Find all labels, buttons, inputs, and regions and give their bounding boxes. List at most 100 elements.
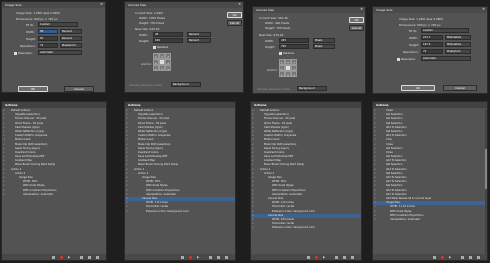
extension-select[interactable]: Background [171,82,201,87]
close-icon[interactable]: ✕ [360,7,363,11]
toggle-check-icon[interactable]: ✓ [3,193,5,197]
toggle-check-icon[interactable]: ✓ [252,226,254,230]
close-icon[interactable]: ✕ [238,2,241,6]
relative-checkbox[interactable] [279,51,282,55]
canvas-size-dialog: Canvas Size ✕ Current Size: 2.29M Width:… [124,1,244,93]
height-unit-select[interactable]: Percent [187,38,211,43]
extension-select[interactable]: Background [297,86,327,91]
panel-footer: ▶ [373,254,487,260]
dialog-title: Image Size [2,2,105,8]
folder-icon[interactable] [209,255,212,259]
height-input[interactable]: 167.5 [421,42,443,47]
resolution-unit-select[interactable]: Pixels/Inch [60,43,82,48]
trash-icon[interactable] [96,255,99,259]
record-icon[interactable] [441,255,444,259]
width-unit-select[interactable]: Millimeters [445,35,471,40]
new-action-icon[interactable] [88,255,91,259]
dims-value: 600 px × 720 px [417,23,441,27]
play-icon[interactable]: ▶ [323,255,326,259]
new-action-icon[interactable] [343,255,346,259]
height-unit-select[interactable]: Millimeters [445,42,471,47]
stop-icon[interactable] [433,255,436,259]
extension-label: Canvas extension color: [129,83,163,87]
width-unit-select[interactable]: Percent [60,29,82,34]
record-icon[interactable] [189,255,192,259]
stop-icon[interactable] [307,255,310,259]
action-item[interactable]: ✓ Interpolation: automatic [2,193,106,197]
folder-icon[interactable] [80,255,83,259]
resolution-unit-select[interactable]: Pixels/Inch [445,49,471,54]
record-icon[interactable] [315,255,318,259]
height-input[interactable]: 50 [38,36,58,41]
trash-icon[interactable] [351,255,354,259]
width-input[interactable]: 211.7 [421,35,443,40]
height-unit-select[interactable]: Pixels [313,44,335,49]
resample-label: Resample: [18,51,33,55]
width-label: Width: [265,39,275,43]
width-label: Width: [139,33,149,37]
stop-icon[interactable] [52,255,55,259]
folder-icon[interactable] [335,255,338,259]
scrollbar[interactable] [485,109,487,254]
width-input[interactable]: 45 [153,32,183,37]
action-item[interactable]: ✓ Extension Color: background color [251,226,361,230]
width-unit-select[interactable]: Percent [187,32,211,37]
resample-checkbox[interactable] [397,57,400,61]
toggle-check-icon[interactable]: ✓ [126,210,128,214]
fit-label: Fit To: [409,29,418,33]
dims-label: Dimensions: [16,17,34,21]
image-size-dialog: Image Size ✕ Image Size: 1.29M (was 3.39… [372,6,488,94]
ok-button[interactable]: OK [227,12,242,18]
new-action-icon[interactable] [469,255,472,259]
ok-button[interactable]: OK [401,85,435,91]
fit-select[interactable]: Custom [421,28,469,33]
play-icon[interactable]: ▶ [68,255,71,259]
cancel-button[interactable]: Cancel [443,85,477,91]
stop-icon[interactable] [181,255,184,259]
dims-label: Dimensions: [399,23,417,27]
resolution-input[interactable]: 72 [38,43,58,48]
width-input[interactable]: 50 [38,29,58,34]
resample-select[interactable]: Automatic [38,50,82,55]
height-input[interactable]: 750 [279,44,309,49]
relative-checkbox[interactable] [153,45,156,49]
ok-button[interactable]: OK [18,86,48,92]
resample-select[interactable]: Automatic [421,56,471,61]
action-item[interactable]: ✓ Interpolation: automatic [373,218,487,222]
anchor-se-icon[interactable]: ↘ [291,71,297,77]
width-input[interactable]: 433 [279,38,309,43]
resolution-label: Resolution: [403,50,419,54]
cancel-button[interactable]: Cancel [64,86,94,92]
resample-checkbox[interactable] [14,51,17,55]
anchor-grid[interactable]: ↖ ↑ ↗ ← → ↙ ↓ ↘ [279,59,297,77]
anchor-grid[interactable]: ↖ ↑ ↗ ← → ↙ ↓ ↘ [153,53,171,71]
close-icon[interactable]: ✕ [482,7,485,11]
trash-icon[interactable] [477,255,480,259]
height-label: Height: [265,45,276,49]
current-size-label: Current Size: 2.29M [135,11,163,15]
toggle-check-icon[interactable]: ✓ [374,218,376,222]
resolution-input[interactable]: 72 [421,49,443,54]
cancel-button[interactable]: Cancel [227,20,242,26]
current-size-label: Current Size: 922.2K [259,16,288,20]
panel-title: Actions [125,102,235,108]
height-input[interactable]: 100 [153,38,183,43]
height-unit-select[interactable]: Percent [60,36,82,41]
action-item-label: Extension Color: background color [272,226,315,230]
record-icon[interactable] [60,255,63,259]
fit-select[interactable]: Custom [38,22,78,27]
close-icon[interactable]: ✕ [100,2,103,6]
height-label: Height: [139,39,150,43]
new-action-icon[interactable] [217,255,220,259]
trash-icon[interactable] [225,255,228,259]
play-icon[interactable]: ▶ [449,255,452,259]
width-unit-select[interactable]: Pixels [313,38,335,43]
play-icon[interactable]: ▶ [197,255,200,259]
folder-icon[interactable] [461,255,464,259]
ok-button[interactable]: OK [349,17,364,23]
anchor-se-icon[interactable]: ↘ [165,65,171,71]
action-item[interactable]: ✓ Extension Color: background color [125,210,235,214]
current-height-value: 750 Pixels [276,26,291,30]
panel-title: Actions [2,102,106,108]
cancel-button[interactable]: Cancel [349,25,364,31]
